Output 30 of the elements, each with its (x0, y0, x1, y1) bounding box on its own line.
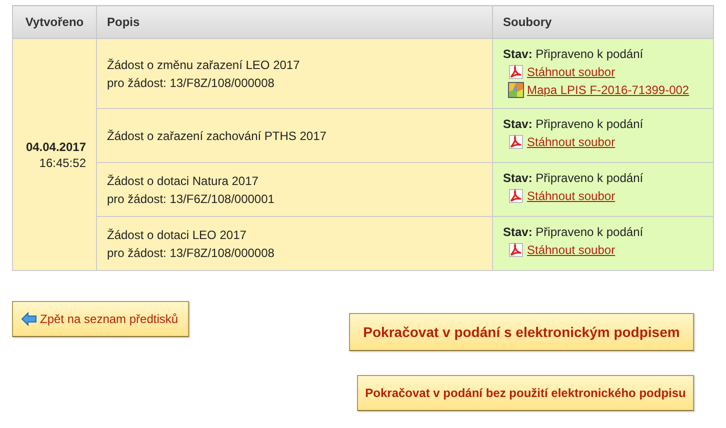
download-link[interactable]: Stáhnout soubor (527, 189, 616, 203)
status-text: Stav: Připraveno k podání (503, 46, 644, 63)
request-title: Žádost o zařazení zachování PTHS 2017 (107, 128, 328, 144)
pdf-icon (508, 64, 524, 80)
status-text: Stav: Připraveno k podání (503, 116, 644, 133)
continue-button[interactable]: Pokračovat v podání bez použití elektronického podpisu (357, 375, 694, 411)
download-link[interactable]: Stáhnout soubor (527, 65, 616, 79)
pdf-icon (508, 188, 524, 204)
download-link[interactable]: Stáhnout soubor (527, 135, 616, 149)
pdf-icon (508, 134, 524, 150)
request-title: Žádost o dotaci Natura 2017 (107, 172, 260, 190)
column-header: Popis (96, 6, 492, 38)
back-button[interactable]: Zpět na seznam předtisků (12, 301, 190, 337)
download-link[interactable]: Mapa LPIS F-2016-71399-002 (527, 83, 690, 97)
request-title: Žádost o změnu zařazení LEO 2017 (107, 56, 301, 74)
request-reference: pro žádost: 13/F8Z/108/000008 (107, 74, 276, 92)
continue-button[interactable]: Pokračovat v podání s elektronickým podpisem (349, 313, 694, 351)
column-header: Vytvořeno (12, 6, 96, 38)
creation-time: 16:45:52 (38, 154, 86, 170)
arrow-left-icon (21, 312, 37, 326)
status-text: Stav: Připraveno k podání (503, 170, 644, 187)
request-reference: pro žádost: 13/F8Z/108/000008 (107, 244, 276, 262)
creation-date: 04.04.2017 (24, 138, 86, 154)
request-reference: pro žádost: 13/F6Z/108/000001 (107, 190, 276, 208)
download-link[interactable]: Stáhnout soubor (527, 243, 616, 257)
request-title: Žádost o dotaci LEO 2017 (107, 226, 248, 244)
status-text: Stav: Připraveno k podání (503, 224, 644, 241)
pdf-icon (508, 242, 524, 258)
column-header: Soubory (492, 6, 714, 38)
map-icon (508, 82, 524, 98)
